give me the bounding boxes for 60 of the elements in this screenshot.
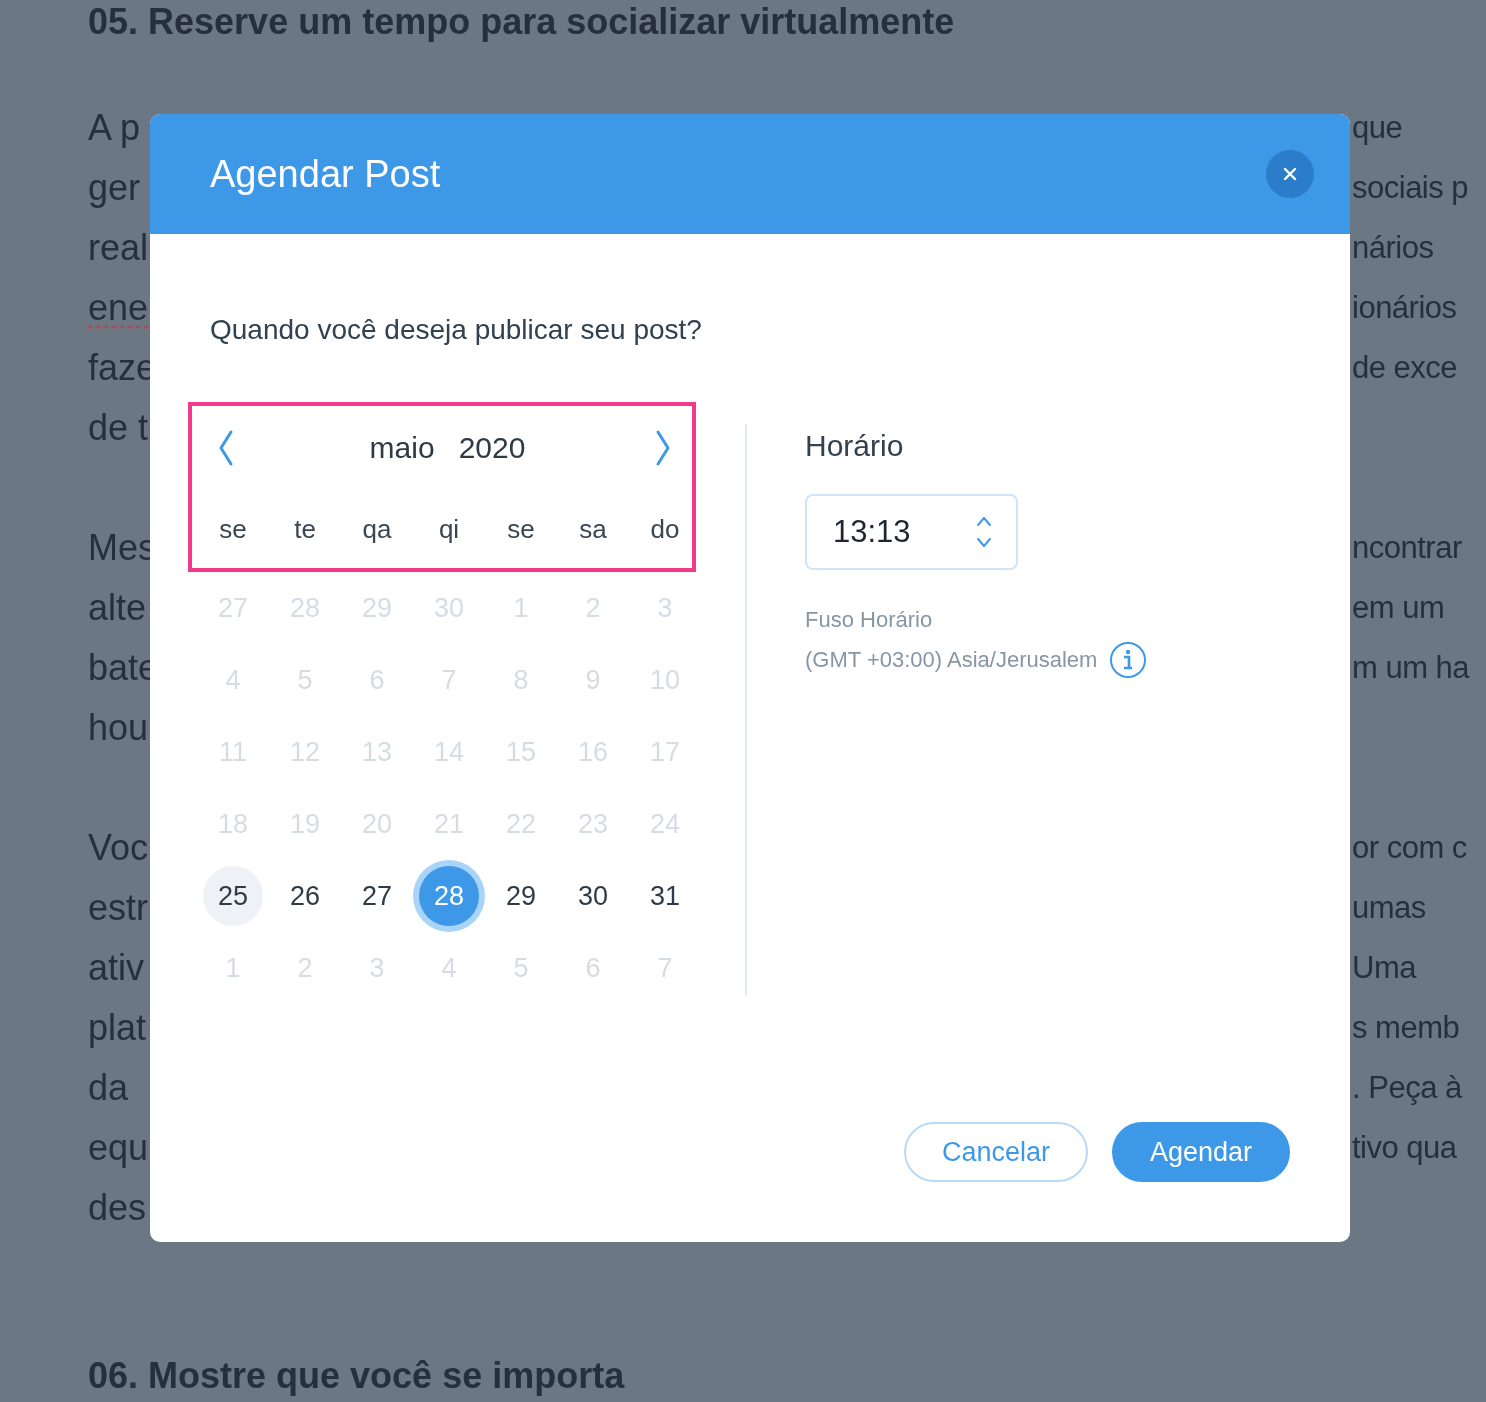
weekday-label: sa: [578, 512, 608, 546]
paragraph-text: ncontrar: [1352, 530, 1463, 566]
paragraph-text: de exce: [1352, 350, 1459, 386]
chevron-up-icon: [976, 515, 992, 528]
calendar-day[interactable]: 31: [635, 866, 695, 926]
paragraph-text: Voc: [88, 827, 149, 869]
calendar-day[interactable]: 26: [275, 866, 335, 926]
info-icon[interactable]: [1109, 641, 1148, 679]
schedule-button[interactable]: Agendar: [1112, 1122, 1290, 1182]
chevron-right-icon: [654, 428, 672, 468]
time-label: Horário: [805, 428, 905, 464]
paragraph-text: alte: [88, 587, 147, 629]
question-text: Quando você deseja publicar seu post?: [210, 313, 703, 347]
calendar-day[interactable]: 25: [203, 866, 263, 926]
paragraph-text: ene: [88, 287, 149, 329]
paragraph-text: m um ha: [1352, 650, 1471, 686]
calendar-day[interactable]: 27: [347, 866, 407, 926]
paragraph-text: de t: [88, 407, 149, 449]
timezone-label: Fuso Horário: [805, 606, 934, 634]
timezone-value: (GMT +03:00) Asia/Jerusalem: [805, 646, 1098, 674]
weekday-label: se: [218, 512, 248, 546]
cancel-button[interactable]: Cancelar: [904, 1122, 1088, 1182]
paragraph-text: ger: [88, 167, 141, 209]
section-heading: 06. Mostre que você se importa: [88, 1354, 626, 1398]
paragraph-text: estr: [88, 887, 148, 929]
paragraph-text: umas: [1352, 890, 1427, 926]
paragraph-text: hou: [88, 707, 149, 749]
chevron-down-icon: [976, 536, 992, 549]
paragraph-text: tivo qua: [1352, 1130, 1458, 1166]
paragraph-text: que: [1352, 110, 1404, 146]
paragraph-text: ativ: [88, 947, 145, 989]
weekday-label: do: [649, 512, 681, 546]
paragraph-text: sociais p: [1352, 170, 1470, 206]
month-label: maio: [369, 431, 435, 465]
paragraph-text: Uma: [1352, 950, 1418, 986]
chevron-left-icon: [217, 428, 235, 468]
paragraph-text: s memb: [1352, 1010, 1461, 1046]
calendar-day[interactable]: 29: [491, 866, 551, 926]
close-icon: [1282, 166, 1298, 182]
paragraph-text: A p: [88, 107, 141, 149]
paragraph-text: . Peça à: [1352, 1070, 1464, 1106]
paragraph-text: ionários: [1352, 290, 1458, 326]
paragraph-text: des: [88, 1187, 147, 1229]
weekday-label: qi: [437, 512, 461, 546]
time-picker[interactable]: 13:13: [805, 494, 1018, 570]
year-label: 2020: [458, 431, 526, 465]
paragraph-text: real: [88, 227, 149, 269]
paragraph-text: em um: [1352, 590, 1446, 626]
weekday-label: te: [293, 512, 317, 546]
paragraph-text: equ: [88, 1127, 149, 1169]
weekday-label: qa: [361, 512, 393, 546]
close-button[interactable]: [1266, 150, 1314, 198]
paragraph-text: or com c: [1352, 830, 1468, 866]
section-heading: 05. Reserve um tempo para socializar virtualmente: [88, 0, 956, 44]
paragraph-text: plat: [88, 1007, 147, 1049]
dialog-title: Agendar Post: [210, 152, 441, 196]
weekday-label: se: [506, 512, 536, 546]
paragraph-text: nários: [1352, 230, 1435, 266]
calendar-day[interactable]: 30: [563, 866, 623, 926]
paragraph-text: da: [88, 1067, 129, 1109]
